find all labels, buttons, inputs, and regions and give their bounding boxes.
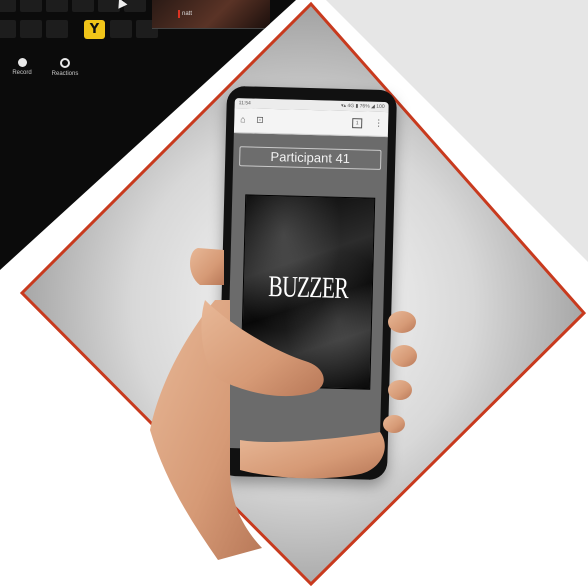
promo-image: Y natt Record Reactions 11:54 ▾▴ 4G ▮ 76… bbox=[0, 0, 588, 588]
lock-icon[interactable]: ⊡ bbox=[256, 115, 264, 125]
browser-toolbar: ⌂ ⊡ 1 ⋮ bbox=[233, 108, 389, 138]
home-icon[interactable]: ⌂ bbox=[240, 114, 246, 124]
status-time: 11:54 bbox=[238, 100, 251, 107]
buzzer-label: BUZZER bbox=[267, 269, 349, 306]
participant-label: Participant 41 bbox=[239, 146, 382, 170]
phone-screen: 11:54 ▾▴ 4G ▮ 76% ◢ 100 ⌂ ⊡ 1 ⋮ Particip… bbox=[225, 98, 389, 452]
status-indicators: ▾▴ 4G ▮ 76% ◢ 100 bbox=[340, 102, 385, 110]
tabs-icon[interactable]: 1 bbox=[352, 118, 363, 129]
buzzer-button[interactable]: BUZZER bbox=[240, 194, 376, 390]
menu-icon[interactable]: ⋮ bbox=[374, 118, 383, 128]
smartphone: 11:54 ▾▴ 4G ▮ 76% ◢ 100 ⌂ ⊡ 1 ⋮ Particip… bbox=[216, 85, 398, 481]
